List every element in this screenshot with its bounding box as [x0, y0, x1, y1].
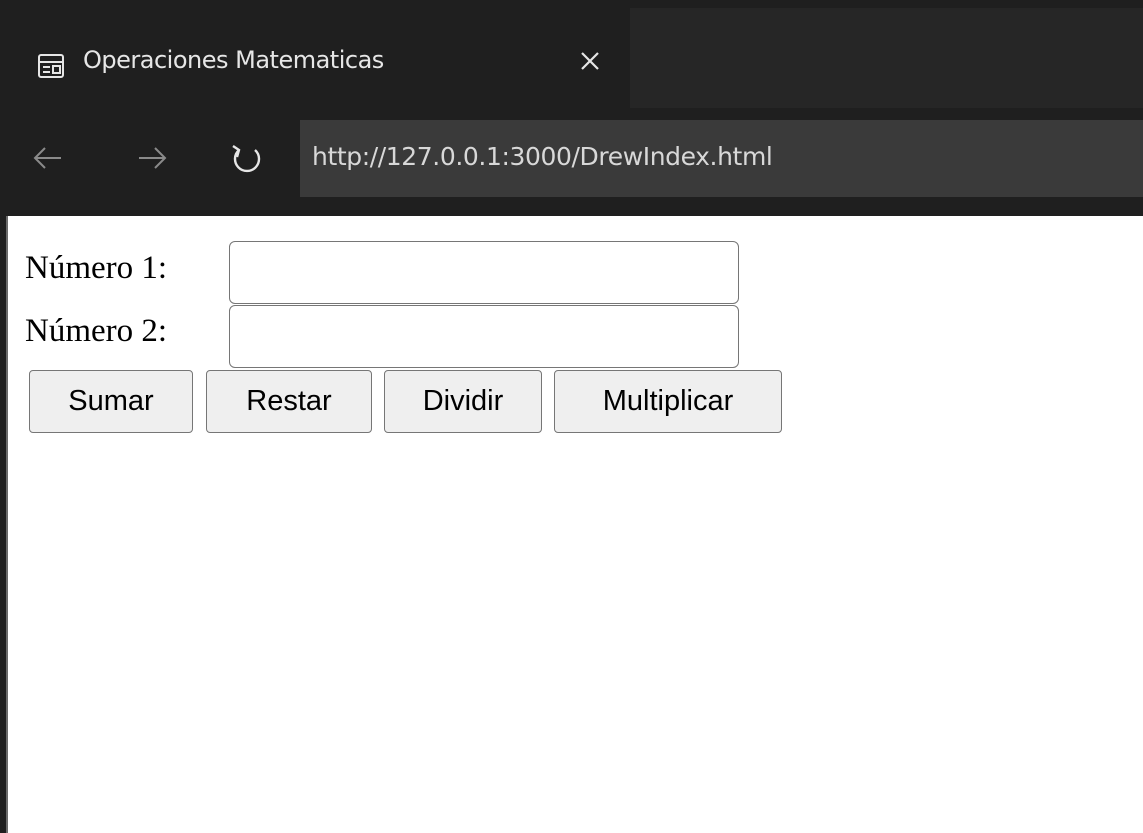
tab-strip: Operaciones Matematicas: [0, 0, 1143, 108]
add-button[interactable]: Sumar: [29, 370, 193, 433]
tab-strip-empty: [630, 8, 1143, 108]
number2-label: Número 2:: [25, 313, 168, 349]
number1-row: Número 1:: [25, 246, 167, 287]
close-icon[interactable]: [573, 44, 607, 78]
arrow-left-icon[interactable]: [25, 136, 69, 180]
number1-label: Número 1:: [25, 250, 168, 286]
subtract-button[interactable]: Restar: [206, 370, 372, 433]
page-content: Número 1: Número 2: Sumar Restar Dividir…: [8, 216, 1143, 833]
arrow-right-icon[interactable]: [131, 136, 175, 180]
divide-button[interactable]: Dividir: [384, 370, 542, 433]
multiply-button[interactable]: Multiplicar: [554, 370, 782, 433]
browser-toolbar: http://127.0.0.1:3000/DrewIndex.html: [0, 108, 1143, 216]
number2-input[interactable]: [229, 305, 739, 368]
address-bar[interactable]: http://127.0.0.1:3000/DrewIndex.html: [300, 120, 1143, 197]
number1-input[interactable]: [229, 241, 739, 304]
tab-title: Operaciones Matematicas: [83, 46, 384, 74]
url-text[interactable]: http://127.0.0.1:3000/DrewIndex.html: [312, 142, 773, 171]
tab-operaciones[interactable]: Operaciones Matematicas: [13, 8, 630, 108]
reload-icon[interactable]: [225, 136, 269, 180]
page-icon: [37, 52, 65, 80]
browser-window: Operaciones Matematicas http://127.0.0.1…: [0, 0, 1143, 833]
number2-row: Número 2:: [25, 309, 167, 350]
